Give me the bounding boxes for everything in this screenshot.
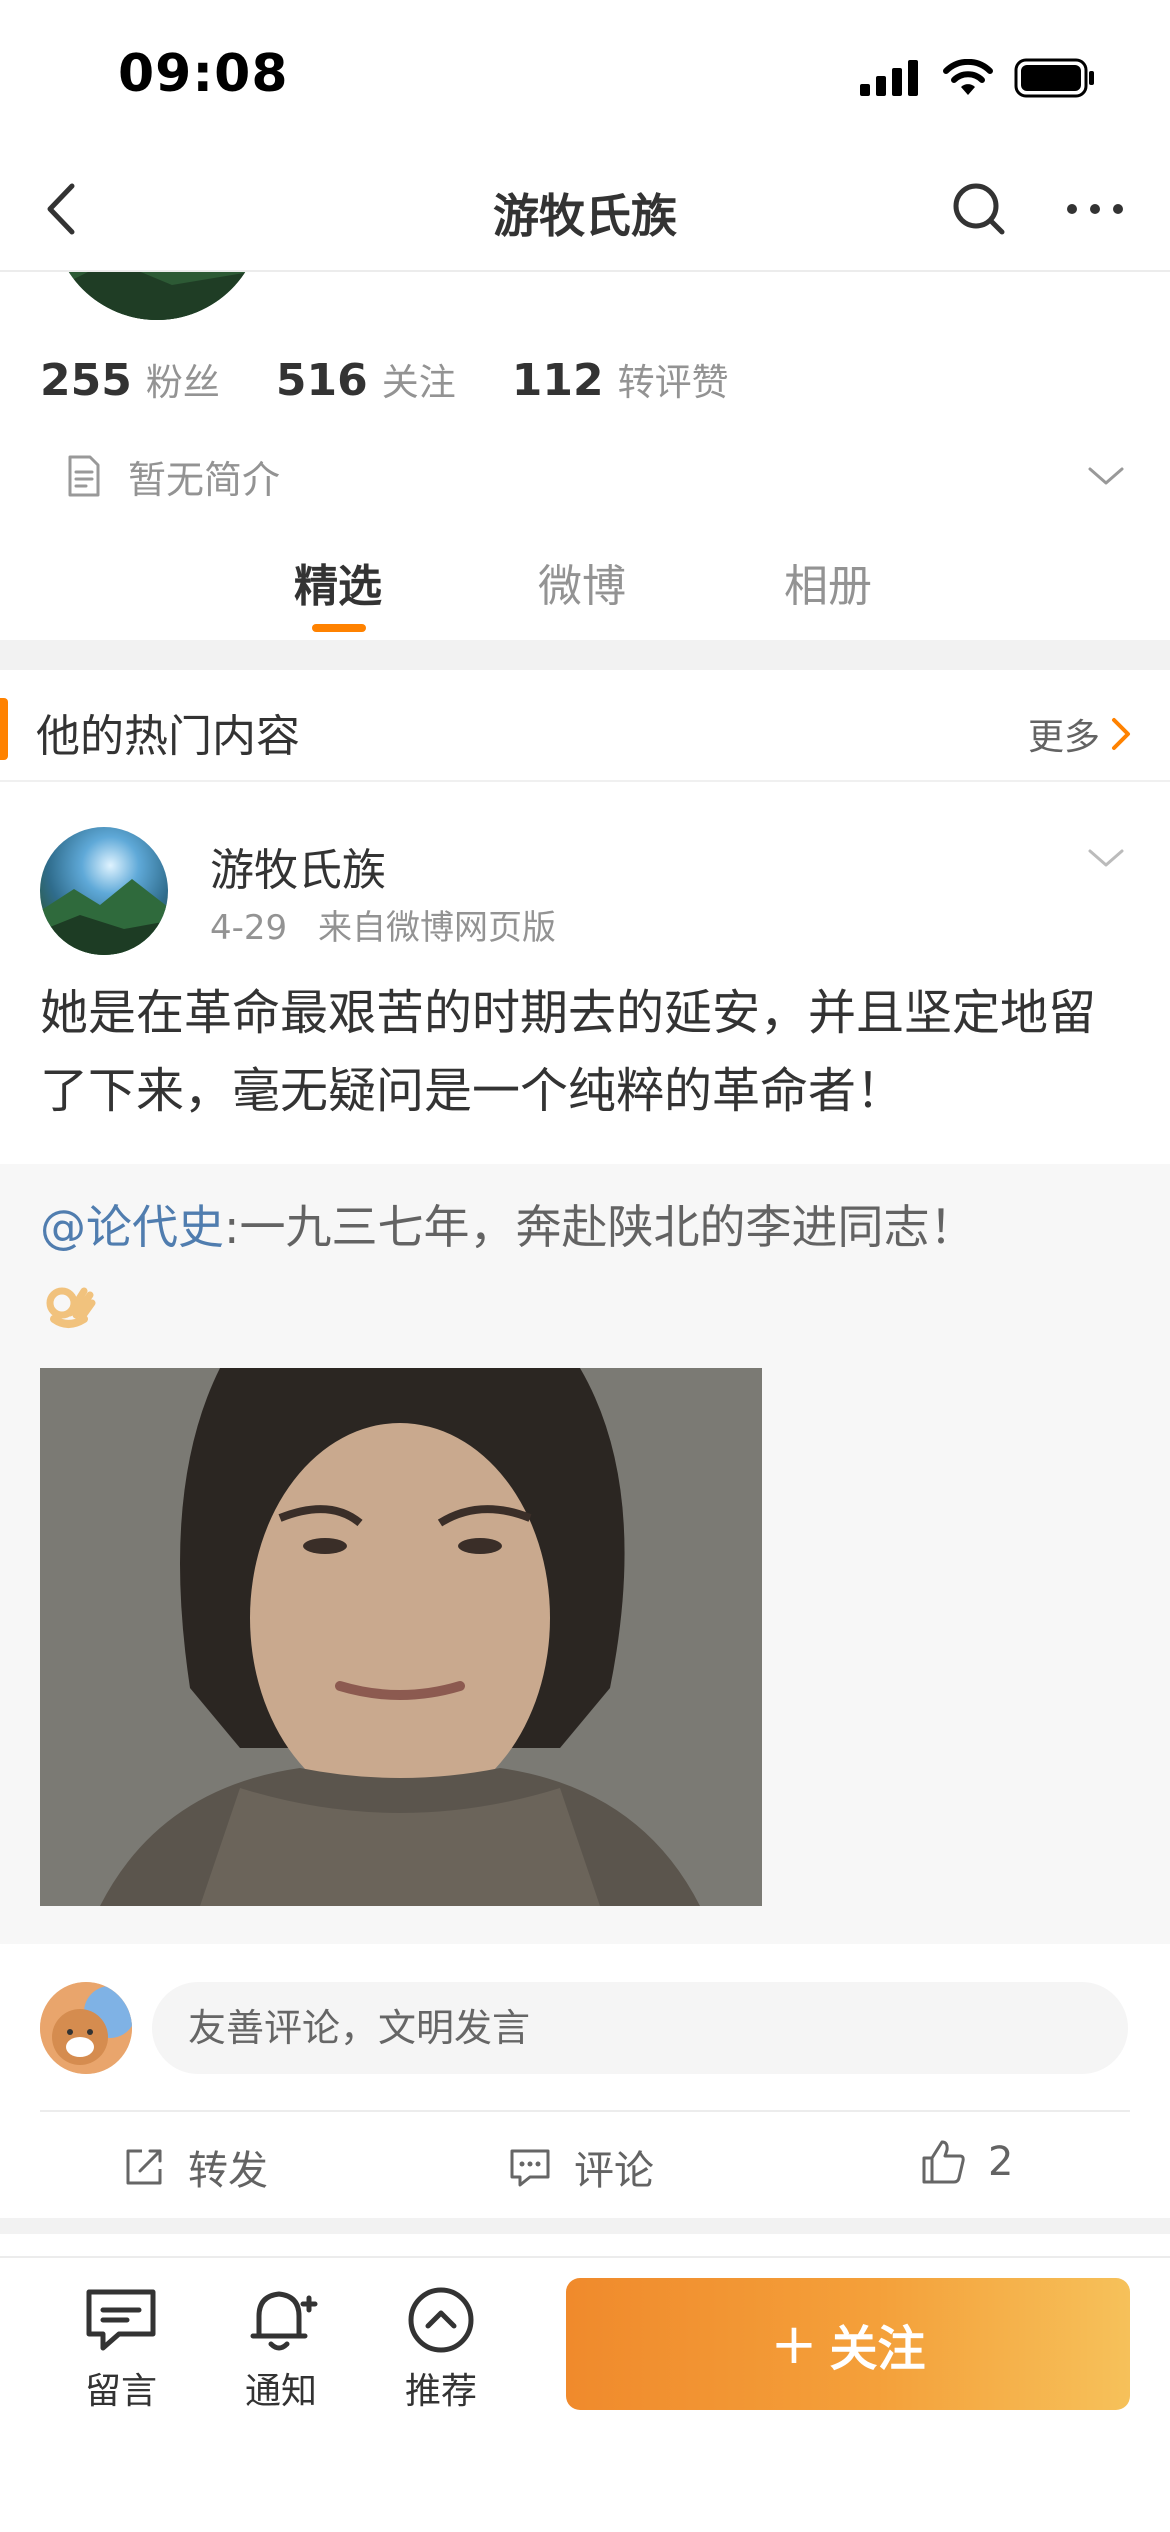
thumbs-up-icon <box>922 2140 965 2184</box>
repost-label: 转发 <box>188 2148 268 2194</box>
follow-label: 关注 <box>829 2321 926 2377</box>
ok-hand-emoji-icon <box>46 1287 96 1328</box>
section-divider <box>0 640 1170 670</box>
tab-album[interactable]: 相册 <box>784 550 872 614</box>
search-icon[interactable] <box>944 174 1014 244</box>
wifi-icon <box>943 59 993 95</box>
plus-icon: + <box>770 2311 818 2377</box>
repost-icon <box>126 2149 162 2185</box>
more-link[interactable]: 更多 <box>1028 708 1134 760</box>
user-avatar[interactable] <box>40 1982 132 2074</box>
post-author-name[interactable]: 游牧氏族 <box>210 834 386 898</box>
section-accent-bar <box>0 698 8 760</box>
hot-content-header: 他的热门内容 更多 <box>0 670 1170 782</box>
recommend-button[interactable]: 推荐 <box>386 2284 496 2414</box>
divider <box>0 2218 1170 2234</box>
profile-bio[interactable]: 暂无简介 <box>60 446 1130 506</box>
profile-tabs: 精选 微博 相册 <box>0 540 1170 640</box>
stat-number: 516 <box>275 355 368 406</box>
notification-button[interactable]: 通知 <box>226 2284 336 2414</box>
profile-stats: 255 粉丝 516 关注 112 转评赞 <box>40 352 785 406</box>
post-author-avatar[interactable] <box>40 827 168 955</box>
stat-label: 粉丝 <box>145 361 220 404</box>
stat-number: 255 <box>40 355 132 406</box>
status-icons <box>860 56 1096 100</box>
like-button[interactable]: 2 <box>918 2138 1013 2186</box>
more-icon[interactable] <box>1060 174 1130 244</box>
status-bar: 09:08 <box>0 0 1170 150</box>
battery-icon <box>1014 58 1094 98</box>
comment-input[interactable]: 友善评论，文明发言 <box>152 1982 1128 2074</box>
comment-icon <box>510 2149 550 2187</box>
document-icon <box>68 455 100 497</box>
reposted-content[interactable]: @论代史:一九三七年，奔赴陕北的李进同志！ <box>0 1164 1170 1944</box>
like-count: 2 <box>988 2139 1014 2185</box>
more-link-label: 更多 <box>1027 717 1100 758</box>
tab-active-indicator <box>312 624 366 632</box>
signal-icon <box>860 60 918 96</box>
mention-link[interactable]: @论代史 <box>40 1200 224 1254</box>
post-meta: 4-29 来自微博网页版 <box>210 900 556 949</box>
stat-interactions[interactable]: 112 转评赞 <box>512 352 729 406</box>
repost-text: @论代史:一九三七年，奔赴陕北的李进同志！ <box>40 1192 1120 1332</box>
status-time: 09:08 <box>118 44 289 104</box>
stat-following[interactable]: 516 关注 <box>276 352 456 406</box>
message-label: 留言 <box>84 2371 157 2412</box>
post-actions: 转发 评论 2 <box>0 2112 1170 2218</box>
bottom-bar: 留言 通知 推荐 + 关注 <box>0 2256 1170 2532</box>
tab-weibo[interactable]: 微博 <box>538 550 626 614</box>
post-date: 4-29 <box>210 908 288 948</box>
stat-label: 关注 <box>381 361 456 404</box>
bell-plus-icon <box>250 2291 318 2351</box>
stat-followers[interactable]: 255 粉丝 <box>40 352 220 406</box>
tab-featured[interactable]: 精选 <box>294 550 382 614</box>
stat-label: 转评赞 <box>617 361 729 404</box>
notification-label: 通知 <box>244 2371 317 2412</box>
message-icon <box>86 2289 156 2351</box>
comment-button[interactable]: 评论 <box>506 2138 654 2196</box>
repost-body: :一九三七年，奔赴陕北的李进同志！ <box>224 1200 976 1254</box>
post-image[interactable] <box>40 1368 762 1906</box>
comment-row: 友善评论，文明发言 <box>0 1970 1170 2090</box>
post-source: 来自微博网页版 <box>317 908 556 948</box>
post-text: 她是在革命最艰苦的时期去的延安，并且坚定地留了下来，毫无疑问是一个纯粹的革命者！ <box>40 985 1097 1119</box>
chevron-right-icon <box>1112 718 1130 750</box>
chevron-down-icon[interactable] <box>1082 834 1130 882</box>
repost-button[interactable]: 转发 <box>120 2138 268 2196</box>
chevron-up-circle-icon <box>408 2287 474 2353</box>
navigation-bar: 游牧氏族 <box>0 150 1170 272</box>
follow-button[interactable]: + 关注 <box>566 2278 1130 2410</box>
comment-label: 评论 <box>574 2148 654 2194</box>
recommend-label: 推荐 <box>404 2371 477 2412</box>
chevron-down-icon[interactable] <box>1082 452 1130 500</box>
section-title: 他的热门内容 <box>36 711 300 762</box>
message-button[interactable]: 留言 <box>66 2284 176 2414</box>
bio-text: 暂无简介 <box>128 457 281 502</box>
stat-number: 112 <box>511 355 604 406</box>
